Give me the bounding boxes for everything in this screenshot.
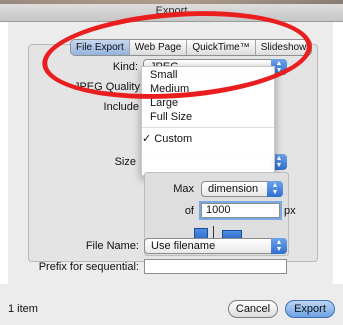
popup-arrows-icon: ▲ ▼ [271,238,287,254]
filename-popup[interactable]: Use filename ▲ ▼ [144,238,287,254]
size-label: Size [114,156,136,168]
window-title: Export [0,0,343,22]
size-menu: Small Medium Large Full Size ✓ Custom [141,66,275,176]
tab-web-page[interactable]: Web Page [128,40,187,55]
max-value: dimension [208,183,259,195]
menu-item-large[interactable]: Large [150,97,178,109]
menu-item-custom[interactable]: ✓ Custom [142,132,192,145]
px-label: px [284,205,296,217]
popup-arrows-icon: ▲ ▼ [267,181,283,197]
max-label: Max [173,183,194,195]
max-popup[interactable]: dimension ▲ ▼ [201,181,283,197]
jpeg-quality-label: JPEG Quality [73,81,140,93]
cancel-button[interactable]: Cancel [228,300,278,318]
include-label: Include [103,101,139,113]
menu-separator [142,127,274,128]
filename-value: Use filename [151,240,216,252]
menu-item-small[interactable]: Small [150,69,178,81]
tab-quicktime[interactable]: QuickTime™ [186,40,254,55]
kind-label: Kind: [112,61,138,73]
item-count: 1 item [8,303,38,315]
export-tabs: File Export Web Page QuickTime™ Slidesho… [70,39,313,56]
of-label: of [184,205,194,217]
prefix-label: Prefix for sequential: [38,261,139,273]
filename-label: File Name: [85,240,139,252]
tab-slideshow[interactable]: Slideshow [254,40,312,55]
export-button[interactable]: Export [285,300,335,318]
prefix-field[interactable] [144,259,287,274]
tab-file-export[interactable]: File Export [71,40,129,55]
menu-item-medium[interactable]: Medium [150,83,189,95]
dimension-field[interactable]: 1000 [201,203,280,218]
menu-item-full-size[interactable]: Full Size [150,111,192,123]
